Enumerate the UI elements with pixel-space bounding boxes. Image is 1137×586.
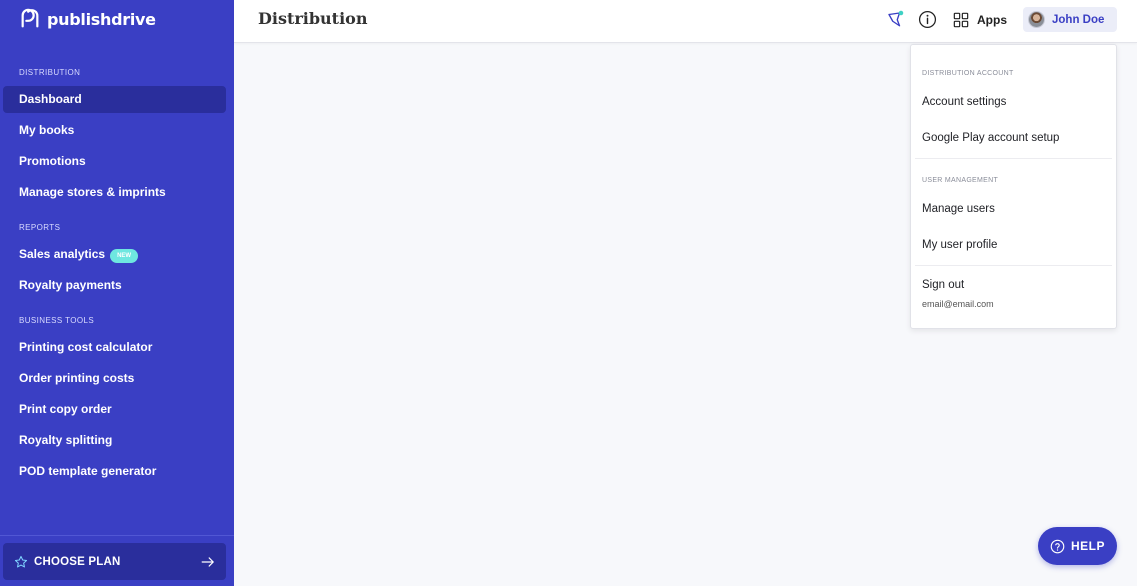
info-button[interactable] [917,9,937,29]
grid-icon [953,12,969,28]
brand-logo[interactable]: publishdrive [19,8,156,30]
help-icon [1050,539,1065,553]
sidebar-item-royalty-splitting[interactable]: Royalty splitting [3,427,226,454]
sidebar-item-my-books[interactable]: My books [3,117,226,144]
announcements-icon [888,10,904,27]
sidebar-item-label: Sales analytics [19,247,106,261]
apps-menu-button[interactable]: Apps [953,10,1007,30]
choose-plan-label: CHOOSE PLAN [34,555,121,568]
sidebar-item-print-copy-order[interactable]: Print copy order [3,396,226,423]
sidebar-item-promotions[interactable]: Promotions [3,148,226,175]
menu-item-account-settings[interactable]: Account settings [922,96,1006,108]
sidebar-item-royalty-payments[interactable]: Royalty payments [3,272,226,299]
user-menu-button[interactable]: John Doe [1023,7,1117,32]
publishdrive-logo-icon [21,8,39,28]
info-icon [918,10,936,28]
section-label-distribution: DISTRIBUTION [19,68,81,77]
sidebar-item-order-printing-costs[interactable]: Order printing costs [3,365,226,392]
sidebar-divider [0,535,234,536]
dropdown-section-user-management: USER MANAGEMENT [922,177,999,184]
sidebar: publishdrive DISTRIBUTION Dashboard My b… [0,0,234,586]
brand-name: publishdrive [47,9,156,29]
sidebar-item-dashboard[interactable]: Dashboard [3,86,226,113]
new-badge: NEW [110,249,139,263]
menu-item-sign-out[interactable]: Sign out [922,279,964,291]
arrow-right-icon [201,556,214,567]
dropdown-section-distribution-account: DISTRIBUTION ACCOUNT [922,70,1014,77]
user-email: email@email.com [922,299,994,309]
star-icon [14,555,28,567]
section-label-reports: REPORTS [19,223,61,232]
dropdown-divider [915,158,1112,159]
sidebar-item-sales-analytics[interactable]: Sales analytics NEW [3,241,226,268]
menu-item-google-play-setup[interactable]: Google Play account setup [922,132,1059,144]
announcements-button[interactable] [885,9,905,29]
menu-item-manage-users[interactable]: Manage users [922,203,995,215]
dropdown-divider [915,265,1112,266]
help-label: HELP [1070,539,1105,553]
sidebar-item-manage-stores[interactable]: Manage stores & imprints [3,179,226,206]
page-title: Distribution [258,9,368,28]
apps-label: Apps [977,13,1007,27]
menu-item-my-user-profile[interactable]: My user profile [922,239,997,251]
sidebar-item-pod-template-generator[interactable]: POD template generator [3,458,226,485]
section-label-business-tools: BUSINESS TOOLS [19,316,95,325]
top-bar: Distribution Apps John Doe [234,0,1137,43]
user-name: John Doe [1052,13,1105,26]
avatar [1028,11,1045,28]
sidebar-item-printing-cost-calculator[interactable]: Printing cost calculator [3,334,226,361]
choose-plan-button[interactable]: CHOOSE PLAN [3,543,226,580]
help-button[interactable]: HELP [1038,527,1117,565]
user-dropdown-menu: DISTRIBUTION ACCOUNT Account settings Go… [910,44,1117,329]
